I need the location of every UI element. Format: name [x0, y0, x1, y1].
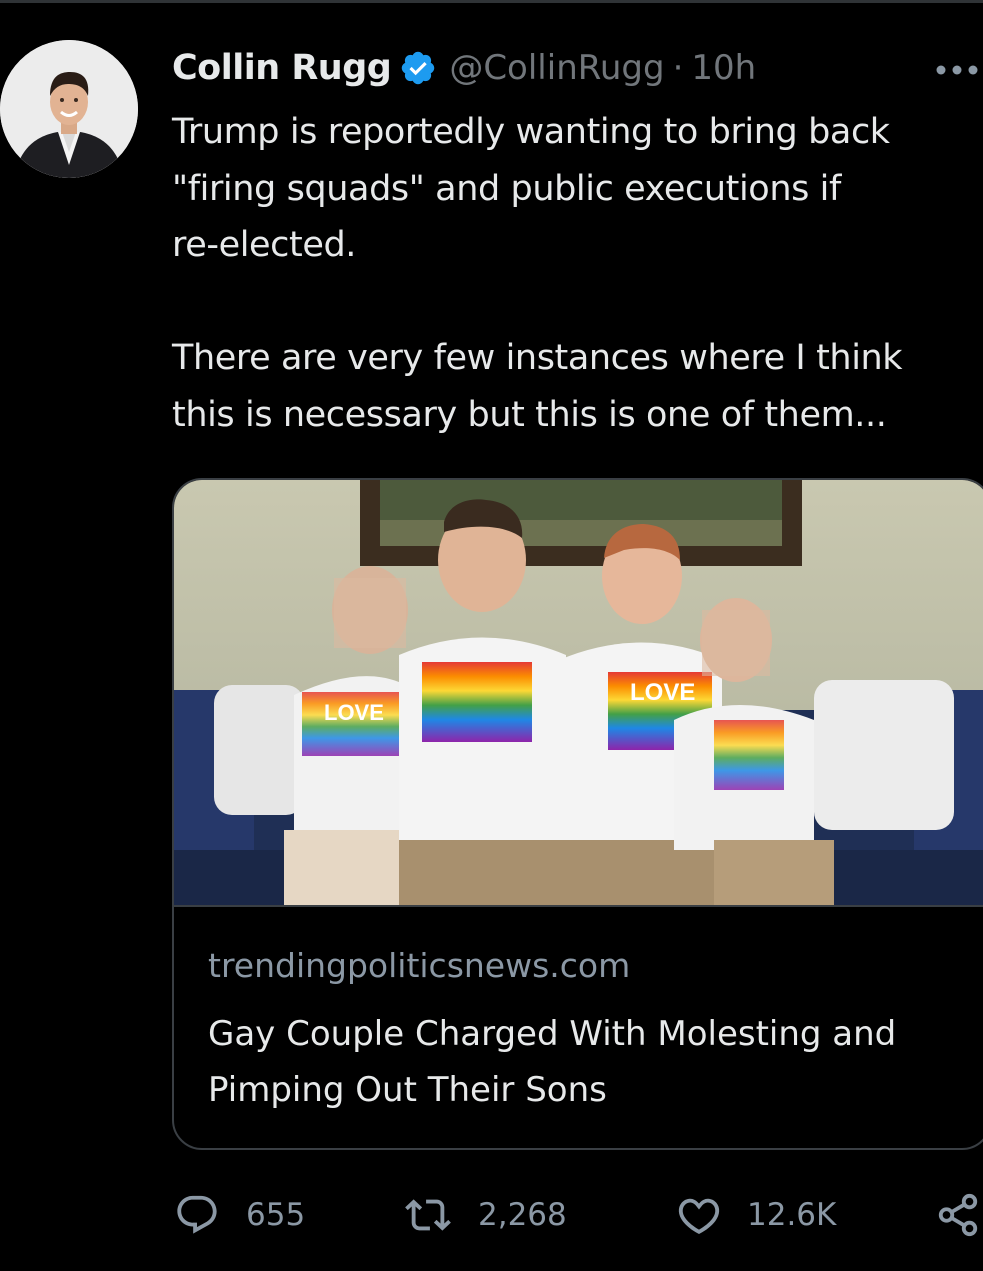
action-bar: 655 2,268 12.6K	[172, 1190, 983, 1240]
heart-icon	[678, 1198, 720, 1234]
reply-button[interactable]: 655	[172, 1190, 305, 1240]
verified-badge-icon	[402, 51, 435, 85]
avatar-image	[0, 40, 138, 178]
link-card[interactable]: LOVE LOVE trendingpoliticsnews.com Gay C…	[172, 478, 983, 1150]
timestamp[interactable]: 10h	[691, 48, 756, 88]
tweet-header: Collin Rugg @CollinRugg · 10h	[172, 42, 756, 94]
shirt-text-love-2: LOVE	[630, 679, 695, 706]
avatar[interactable]	[0, 40, 138, 178]
reply-count: 655	[246, 1197, 306, 1233]
card-domain[interactable]: trendingpoliticsnews.com	[208, 946, 630, 985]
retweet-button[interactable]: 2,268	[402, 1190, 567, 1240]
card-title[interactable]: Gay Couple Charged With Molesting and Pi…	[208, 1006, 968, 1118]
shirt-text-love: LOVE	[324, 700, 384, 725]
share-icon	[938, 1193, 978, 1237]
tweet-text-line: There are very few instances where I thi…	[172, 338, 903, 378]
retweet-icon	[405, 1199, 451, 1231]
share-button[interactable]	[934, 1190, 982, 1240]
more-icon[interactable]	[932, 60, 982, 80]
card-image[interactable]: LOVE LOVE	[174, 480, 983, 905]
tweet-text-line: re-elected.	[172, 225, 357, 265]
retweet-count: 2,268	[478, 1197, 567, 1233]
like-count: 12.6K	[747, 1197, 837, 1233]
like-button[interactable]: 12.6K	[675, 1190, 836, 1240]
tweet-text-line: "firing squads" and public executions if	[172, 168, 841, 209]
separator-dot: ·	[672, 48, 684, 88]
tweet-text: Trump is reportedly wanting to bring bac…	[172, 104, 983, 443]
handle[interactable]: @CollinRugg	[449, 48, 664, 88]
reply-icon	[177, 1195, 217, 1234]
top-divider	[0, 0, 983, 3]
tweet-text-line: this is necessary but this is one of the…	[172, 394, 887, 435]
tweet-text-line: Trump is reportedly wanting to bring bac…	[172, 112, 890, 152]
display-name[interactable]: Collin Rugg	[172, 48, 392, 88]
card-divider	[174, 905, 983, 907]
